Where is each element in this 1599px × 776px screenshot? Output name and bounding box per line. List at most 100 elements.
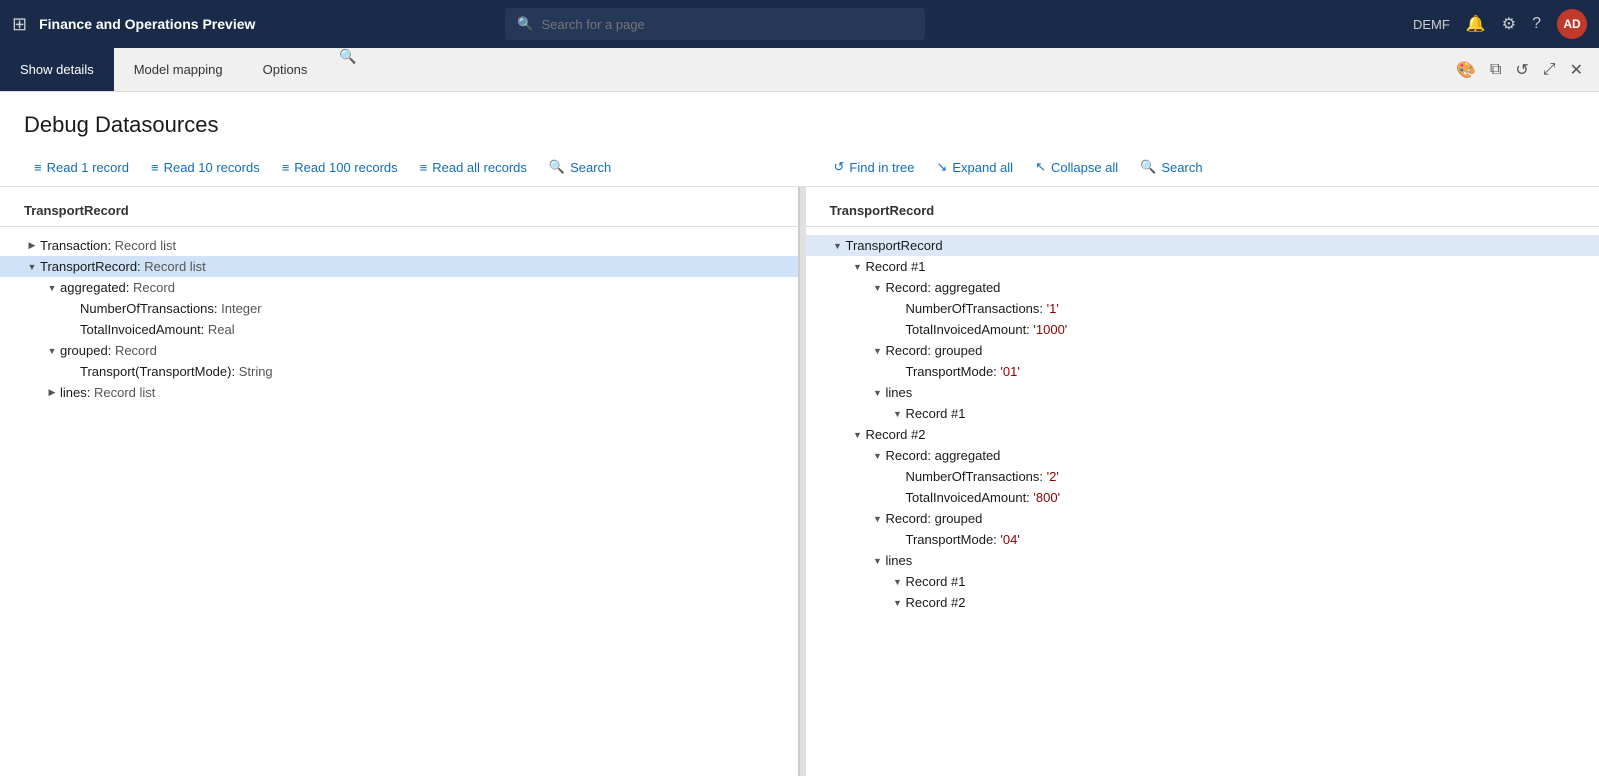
tree-item[interactable]: Record #1 [806, 256, 1599, 277]
tree-item-label: NumberOfTransactions: '2' [906, 469, 1592, 484]
readall-icon: ≡ [420, 160, 428, 175]
tree-item[interactable]: TransportMode: '04' [806, 529, 1599, 550]
tree-toggle-icon [44, 387, 60, 398]
tree-toggle-icon [890, 409, 906, 419]
tree-item[interactable]: lines [806, 550, 1599, 571]
tree-item[interactable]: Record: grouped [806, 508, 1599, 529]
left-tree: Transaction: Record list TransportRecord:… [0, 231, 798, 407]
tree-item[interactable]: NumberOfTransactions: '2' [806, 466, 1599, 487]
tree-item-label: Transaction: Record list [40, 238, 790, 253]
tree-toggle-icon [44, 283, 60, 293]
read100-icon: ≡ [282, 160, 290, 175]
tree-toggle-icon [890, 577, 906, 587]
tree-toggle-icon [850, 262, 866, 272]
tree-item[interactable]: Transaction: Record list [0, 235, 798, 256]
findtree-button[interactable]: ↺ Find in tree [824, 154, 925, 180]
collapseall-icon: ↖ [1035, 159, 1046, 175]
left-panel-header: TransportRecord [0, 199, 798, 227]
tree-item-label: Record #1 [906, 406, 1592, 421]
tree-toggle-icon [890, 598, 906, 608]
tree-item-label: lines [886, 553, 1592, 568]
tree-toggle-icon [870, 514, 886, 524]
tree-item[interactable]: Record #2 [806, 424, 1599, 445]
tree-toggle-icon [870, 451, 886, 461]
avatar[interactable]: AD [1557, 9, 1587, 39]
tree-toggle-icon [24, 262, 40, 272]
tree-item[interactable]: aggregated: Record [0, 277, 798, 298]
tab-model-mapping[interactable]: Model mapping [114, 48, 243, 91]
tree-item[interactable]: TransportMode: '01' [806, 361, 1599, 382]
expandall-icon: ↘ [936, 159, 947, 175]
right-panel-header: TransportRecord [806, 199, 1599, 227]
tree-item-label: Record #2 [906, 595, 1592, 610]
close-icon[interactable]: ✕ [1570, 60, 1583, 80]
tree-item-label: Record: aggregated [886, 280, 1592, 295]
tree-item[interactable]: TotalInvoicedAmount: '800' [806, 487, 1599, 508]
right-tree: TransportRecord Record #1 Record: aggregat… [806, 231, 1599, 617]
tab-options[interactable]: Options [243, 48, 328, 91]
tree-item[interactable]: Record: aggregated [806, 277, 1599, 298]
tree-item-label: TransportRecord [846, 238, 1592, 253]
tree-item[interactable]: Record #2 [806, 592, 1599, 613]
tree-item-label: TotalInvoicedAmount: '1000' [906, 322, 1592, 337]
readall-button[interactable]: ≡ Read all records [410, 155, 537, 180]
tree-item[interactable]: TransportRecord: Record list [0, 256, 798, 277]
read10-icon: ≡ [151, 160, 159, 175]
refresh-icon[interactable]: ↺ [1515, 60, 1528, 80]
tree-item-label: TransportRecord: Record list [40, 259, 790, 274]
top-search-icon: 🔍 [517, 16, 533, 32]
expandall-button[interactable]: ↘ Expand all [926, 154, 1023, 180]
left-search-icon: 🔍 [549, 159, 565, 175]
tree-item-label: TransportMode: '01' [906, 364, 1592, 379]
tree-item-label: Record: grouped [886, 343, 1592, 358]
left-panel: TransportRecord Transaction: Record list… [0, 187, 800, 776]
findtree-icon: ↺ [834, 159, 845, 175]
expand-icon[interactable]: ⤢ [1543, 61, 1556, 79]
palette-icon[interactable]: 🎨 [1456, 60, 1476, 80]
right-search-button[interactable]: 🔍 Search [1130, 154, 1212, 180]
left-search-button[interactable]: 🔍 Search [539, 154, 621, 180]
user-code: DEMF [1413, 17, 1450, 32]
tree-item-label: TotalInvoicedAmount: '800' [906, 490, 1592, 505]
top-search-input[interactable] [541, 17, 913, 32]
tree-item[interactable]: lines: Record list [0, 382, 798, 403]
read10-button[interactable]: ≡ Read 10 records [141, 155, 270, 180]
tree-item[interactable]: Record: grouped [806, 340, 1599, 361]
tree-item[interactable]: Record #1 [806, 571, 1599, 592]
tree-item[interactable]: lines [806, 382, 1599, 403]
tree-item-label: Record #1 [866, 259, 1592, 274]
read1-button[interactable]: ≡ Read 1 record [24, 155, 139, 180]
tree-item[interactable]: TransportRecord [806, 235, 1599, 256]
tree-item-label: Record #2 [866, 427, 1592, 442]
grid-icon[interactable]: ⊞ [12, 14, 27, 35]
collapseall-button[interactable]: ↖ Collapse all [1025, 154, 1128, 180]
fullscreen-icon[interactable]: ⧉ [1490, 61, 1501, 79]
tree-item-label: TransportMode: '04' [906, 532, 1592, 547]
tree-toggle-icon [870, 346, 886, 356]
tree-item-label: TotalInvoicedAmount: Real [80, 322, 790, 337]
tree-toggle-icon [870, 283, 886, 293]
tree-item[interactable]: Transport(TransportMode): String [0, 361, 798, 382]
tree-item-label: Record #1 [906, 574, 1592, 589]
secondary-search-icon[interactable]: 🔍 [339, 48, 356, 91]
tree-item[interactable]: NumberOfTransactions: Integer [0, 298, 798, 319]
help-icon[interactable]: ? [1532, 15, 1541, 33]
settings-icon[interactable]: ⚙ [1502, 14, 1516, 34]
tree-toggle-icon [870, 388, 886, 398]
toolbars-row: ≡ Read 1 record ≡ Read 10 records ≡ Read… [0, 148, 1599, 187]
tree-item[interactable]: NumberOfTransactions: '1' [806, 298, 1599, 319]
notification-icon[interactable]: 🔔 [1466, 14, 1486, 34]
tree-item-label: Record: grouped [886, 511, 1592, 526]
tree-item-label: lines: Record list [60, 385, 790, 400]
read100-button[interactable]: ≡ Read 100 records [272, 155, 408, 180]
read1-icon: ≡ [34, 160, 42, 175]
tab-show-details[interactable]: Show details [0, 48, 114, 91]
tree-item[interactable]: grouped: Record [0, 340, 798, 361]
tree-item[interactable]: Record: aggregated [806, 445, 1599, 466]
tree-item[interactable]: TotalInvoicedAmount: '1000' [806, 319, 1599, 340]
tree-item-label: NumberOfTransactions: '1' [906, 301, 1592, 316]
tree-item[interactable]: TotalInvoicedAmount: Real [0, 319, 798, 340]
app-title: Finance and Operations Preview [39, 16, 255, 32]
page-title: Debug Datasources [24, 112, 1575, 138]
tree-item[interactable]: Record #1 [806, 403, 1599, 424]
